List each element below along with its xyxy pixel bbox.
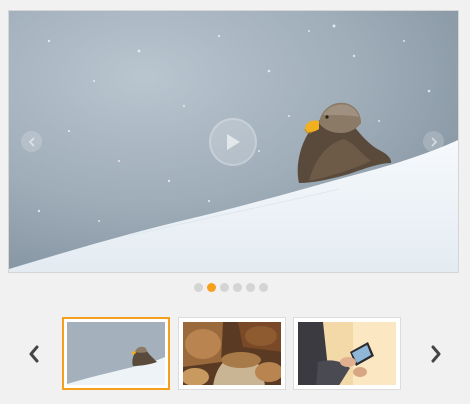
slide-pagination — [194, 283, 268, 293]
eagle-thumbnail-image — [67, 322, 165, 385]
chevron-left-icon — [28, 137, 34, 146]
main-next-button[interactable] — [423, 131, 444, 152]
pagination-dot[interactable] — [259, 283, 268, 292]
pagination-dot[interactable] — [246, 283, 255, 292]
chevron-right-icon — [431, 137, 437, 146]
pagination-dot[interactable] — [233, 283, 242, 292]
thumbnail-eagle[interactable] — [62, 317, 170, 390]
play-icon — [227, 134, 240, 150]
arrow-right-icon — [431, 345, 441, 363]
tablet-thumbnail-image — [298, 322, 396, 385]
thumbs-prev-button[interactable] — [26, 344, 42, 364]
grain-thumbnail-image — [183, 322, 281, 385]
thumbs-next-button[interactable] — [428, 344, 444, 364]
pagination-dot[interactable] — [220, 283, 229, 292]
thumbnail-tablet[interactable] — [293, 317, 401, 390]
play-button[interactable] — [209, 118, 257, 166]
arrow-left-icon — [29, 345, 39, 363]
thumbnail-grain[interactable] — [178, 317, 286, 390]
main-prev-button[interactable] — [21, 131, 42, 152]
main-slide[interactable] — [8, 10, 459, 273]
media-gallery — [0, 0, 470, 404]
pagination-dot-active[interactable] — [207, 283, 216, 292]
pagination-dot[interactable] — [194, 283, 203, 292]
